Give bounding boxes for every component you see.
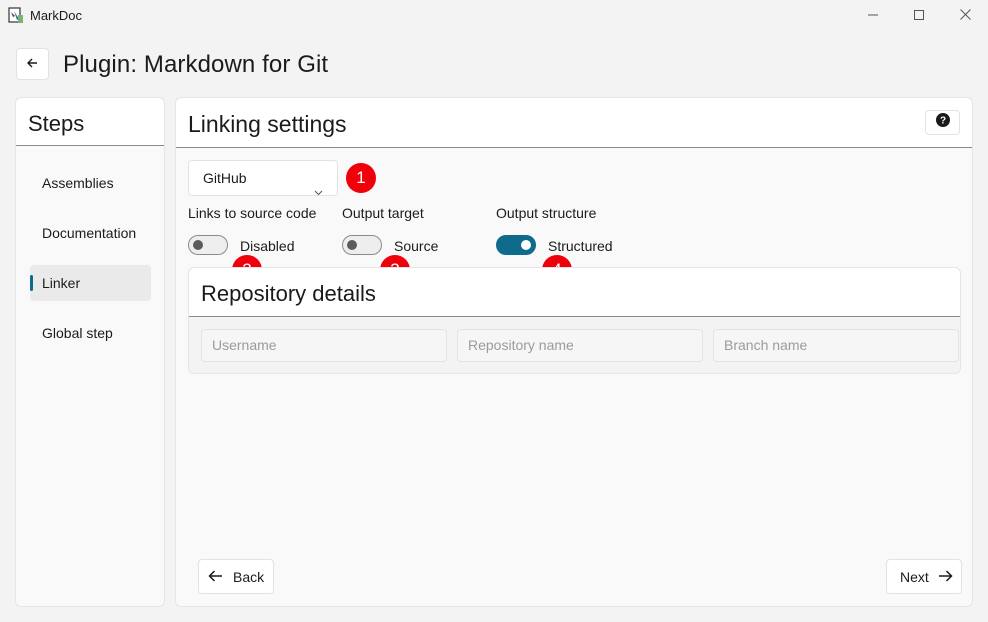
step-label: Global step <box>42 325 113 341</box>
back-step-button[interactable]: Back <box>198 559 274 594</box>
step-label: Documentation <box>42 225 137 241</box>
step-item-global-step[interactable]: Global step <box>30 315 151 351</box>
minimize-button[interactable] <box>850 0 896 32</box>
maximize-icon <box>914 7 924 25</box>
close-icon <box>959 7 971 25</box>
title-bar: MarkDoc <box>0 0 988 32</box>
back-step-label: Back <box>233 568 265 585</box>
maximize-button[interactable] <box>896 0 942 32</box>
output-target-state: Source <box>394 238 439 254</box>
repository-details-title: Repository details <box>201 281 376 306</box>
active-step-indicator <box>30 275 33 291</box>
app-title: MarkDoc <box>30 8 83 23</box>
username-input[interactable]: Username <box>201 329 447 362</box>
svg-text:?: ? <box>939 116 945 127</box>
next-step-label: Next <box>900 568 929 585</box>
linking-settings-title: Linking settings <box>188 111 347 137</box>
toggle-knob <box>193 240 203 250</box>
repository-details-section: Repository details Username Repository n… <box>188 267 961 374</box>
output-structure-state: Structured <box>548 238 613 254</box>
output-target-toggle[interactable] <box>342 235 382 255</box>
markdoc-app-icon <box>8 7 24 24</box>
arrow-left-icon <box>27 55 38 73</box>
close-window-button[interactable] <box>942 0 988 32</box>
output-structure-label: Output structure <box>496 205 597 221</box>
back-button[interactable] <box>16 48 49 80</box>
step-label: Linker <box>42 275 81 291</box>
toggle-knob <box>347 240 357 250</box>
arrow-right-icon <box>929 569 953 585</box>
next-step-button[interactable]: Next <box>886 559 962 594</box>
callout-badge-1: 1 <box>346 163 376 193</box>
repository-name-input[interactable]: Repository name <box>457 329 703 362</box>
steps-header: Steps <box>16 98 164 146</box>
minimize-icon <box>868 7 878 25</box>
branch-name-input[interactable]: Branch name <box>713 329 959 362</box>
step-label: Assemblies <box>42 175 114 191</box>
step-item-linker[interactable]: Linker <box>30 265 151 301</box>
repository-details-header: Repository details <box>189 268 960 317</box>
toggle-knob <box>521 240 531 250</box>
platform-selected: GitHub <box>203 170 247 186</box>
output-target-label: Output target <box>342 205 424 221</box>
step-item-assemblies[interactable]: Assemblies <box>30 165 151 201</box>
platform-dropdown[interactable]: GitHub <box>188 160 338 196</box>
output-structure-toggle[interactable] <box>496 235 536 255</box>
linking-settings-header: Linking settings ? <box>176 98 972 148</box>
steps-panel: Steps Assemblies Documentation Linker Gl… <box>15 97 165 607</box>
linking-settings-panel: Linking settings ? GitHub 1 Links to sou… <box>175 97 973 607</box>
steps-title: Steps <box>28 111 85 136</box>
links-to-source-state: Disabled <box>240 238 295 254</box>
help-button[interactable]: ? <box>925 110 960 135</box>
links-to-source-label: Links to source code <box>188 205 317 221</box>
arrow-left-icon <box>208 569 233 585</box>
page-title: Plugin: Markdown for Git <box>63 51 329 78</box>
step-item-documentation[interactable]: Documentation <box>30 215 151 251</box>
links-to-source-toggle[interactable] <box>188 235 228 255</box>
question-circle-icon: ? <box>935 113 950 132</box>
chevron-down-icon <box>314 174 323 208</box>
